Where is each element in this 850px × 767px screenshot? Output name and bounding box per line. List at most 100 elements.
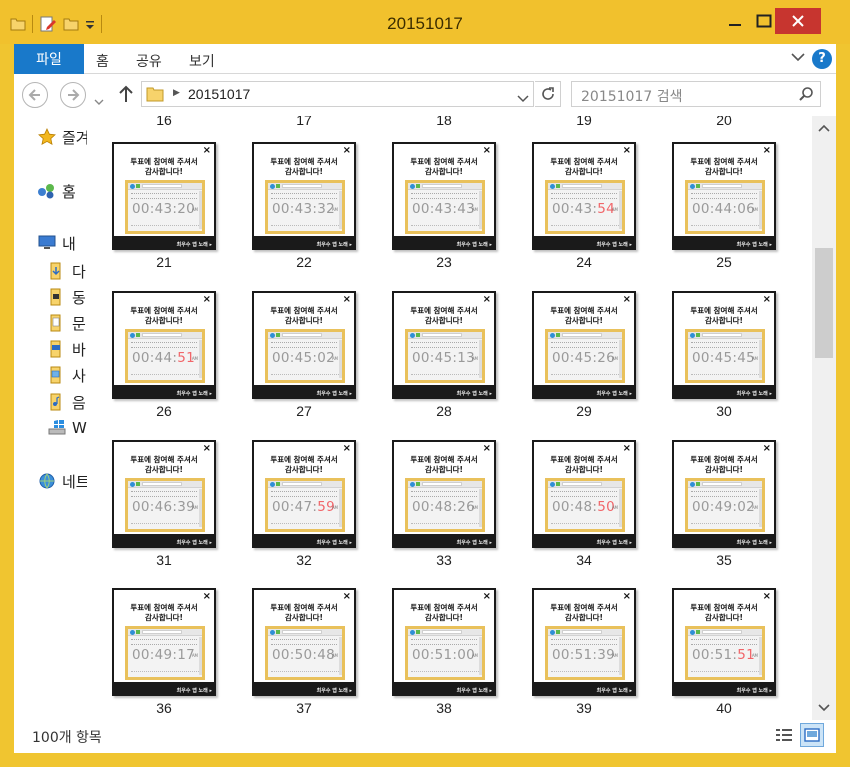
file-name: 26	[156, 403, 172, 419]
file-item[interactable]: × 투표에 참여해 주셔서 감사합니다! 00:46:39 AM 최우수 앱 노래 ▸ 31	[99, 435, 229, 581]
address-dropdown-button[interactable]	[517, 89, 529, 108]
file-item[interactable]: × 투표에 참여해 주셔서 감사합니다! 00:43:20 AM 최우수 앱 노래 ▸ 21	[99, 137, 229, 283]
nav-item-downloads[interactable]: 다	[46, 260, 86, 282]
tab-home[interactable]: 홈	[96, 51, 109, 71]
browser-screenshot: 00:49:02 AM	[685, 478, 765, 532]
file-item[interactable]: × 투표에 참여해 주셔서 감사합니다! 00:47:59 AM 최우수 앱 노래 ▸ 32	[239, 435, 369, 581]
address-row: ▶ 20151017 20151017 검색	[14, 74, 836, 116]
expand-ribbon-button[interactable]	[790, 49, 806, 69]
minimize-button[interactable]	[720, 8, 750, 34]
file-item-partial[interactable]: 17	[239, 116, 369, 136]
file-item[interactable]: × 투표에 참여해 주셔서 감사합니다! 00:51:39 AM 최우수 앱 노래 ▸ 39	[519, 583, 649, 720]
file-item[interactable]: × 투표에 참여해 주셔서 감사합니다! 00:45:02 AM 최우수 앱 노래 ▸ 27	[239, 286, 369, 432]
thumbnail-heading: 투표에 참여해 주셔서 감사합니다!	[130, 603, 198, 622]
browser-screenshot: 00:50:48 AM	[265, 626, 345, 680]
page-footer-lines	[271, 523, 339, 527]
page-text-lines	[131, 193, 197, 199]
star-icon	[36, 128, 58, 146]
address-bar[interactable]: ▶ 20151017	[141, 81, 534, 107]
file-item[interactable]: × 투표에 참여해 주셔서 감사합니다! 00:43:43 AM 최우수 앱 노래 ▸ 23	[379, 137, 509, 283]
file-item[interactable]: × 투표에 참여해 주셔서 감사합니다! 00:43:54 AM 최우수 앱 노래 ▸ 24	[519, 137, 649, 283]
nav-item-pictures[interactable]: 사	[46, 364, 86, 386]
close-button[interactable]	[775, 8, 821, 34]
file-name: 22	[296, 254, 312, 270]
nav-item-music[interactable]: 음	[46, 391, 86, 413]
thumbnail-footer: 최우수 앱 노래 ▸	[736, 391, 772, 397]
thumbnail-heading: 투표에 참여해 주셔서 감사합니다!	[550, 157, 618, 176]
file-item[interactable]: × 투표에 참여해 주셔서 감사합니다! 00:44:06 AM 최우수 앱 노래 ▸ 25	[659, 137, 789, 283]
back-button[interactable]	[22, 82, 48, 108]
file-item[interactable]: × 투표에 참여해 주셔서 감사합니다! 00:51:51 AM 최우수 앱 노래 ▸ 40	[659, 583, 789, 720]
file-item-partial[interactable]: 16	[99, 116, 229, 136]
thumbnail-grid: 16 17 18 19 20 × 투표에 참여해 주셔서 감사합니다! 00:43:20 AM 최우…	[87, 116, 812, 720]
nav-item-favorites[interactable]: 즐겨	[36, 126, 87, 148]
vertical-scrollbar[interactable]	[812, 116, 836, 720]
thumbnail-footer: 최우수 앱 노래 ▸	[316, 242, 352, 248]
file-item-partial[interactable]: 19	[519, 116, 649, 136]
file-item[interactable]: × 투표에 참여해 주셔서 감사합니다! 00:49:02 AM 최우수 앱 노래 ▸ 35	[659, 435, 789, 581]
page-text-lines	[691, 342, 757, 348]
thumbnail-popup: × 투표에 참여해 주셔서 감사합니다! 00:48:50 AM	[534, 442, 634, 534]
nav-item-homegroup[interactable]: 홈	[36, 180, 76, 202]
nav-item-this-pc[interactable]: 내	[36, 232, 76, 254]
nav-item-network[interactable]: 네트	[36, 470, 87, 492]
clock-am: AM	[751, 356, 758, 361]
search-input[interactable]: 20151017 검색	[571, 81, 821, 107]
ribbon: 파일 홈 공유 보기 ?	[14, 44, 836, 74]
nav-item-videos[interactable]: 동	[46, 286, 86, 308]
help-button[interactable]: ?	[812, 49, 832, 69]
thumbnail-footer: 최우수 앱 노래 ▸	[316, 688, 352, 694]
file-item-partial[interactable]: 18	[379, 116, 509, 136]
file-item[interactable]: × 투표에 참여해 주셔서 감사합니다! 00:44:51 AM 최우수 앱 노래 ▸ 26	[99, 286, 229, 432]
file-item[interactable]: × 투표에 참여해 주셔서 감사합니다! 00:43:32 AM 최우수 앱 노래 ▸ 22	[239, 137, 369, 283]
large-icons-view-button[interactable]	[800, 723, 824, 747]
search-icon[interactable]	[798, 86, 814, 106]
file-item[interactable]: × 투표에 참여해 주셔서 감사합니다! 00:49:17 AM 최우수 앱 노래 ▸ 36	[99, 583, 229, 720]
tab-view[interactable]: 보기	[189, 51, 215, 71]
file-item[interactable]: × 투표에 참여해 주셔서 감사합니다! 00:45:45 AM 최우수 앱 노래 ▸ 30	[659, 286, 789, 432]
nav-item-documents[interactable]: 문	[46, 312, 86, 334]
thumbnail-footer: 최우수 앱 노래 ▸	[596, 391, 632, 397]
file-thumbnail: × 투표에 참여해 주셔서 감사합니다! 00:43:20 AM 최우수 앱 노래 ▸	[112, 142, 216, 250]
page-footer-lines	[411, 523, 479, 527]
browser-screenshot: 00:51:00 AM	[405, 626, 485, 680]
file-item[interactable]: × 투표에 참여해 주셔서 감사합니다! 00:48:50 AM 최우수 앱 노래 ▸ 34	[519, 435, 649, 581]
popup-close-icon: ×	[342, 443, 351, 454]
file-item[interactable]: × 투표에 참여해 주셔서 감사합니다! 00:50:48 AM 최우수 앱 노래 ▸ 37	[239, 583, 369, 720]
browser-screenshot: 00:51:39 AM	[545, 626, 625, 680]
file-item-partial[interactable]: 20	[659, 116, 789, 136]
page-footer-lines	[411, 225, 479, 229]
refresh-button[interactable]	[535, 81, 561, 107]
tab-file[interactable]: 파일	[14, 44, 84, 74]
clock-am: AM	[471, 653, 478, 658]
details-view-button[interactable]	[772, 723, 796, 747]
tab-share[interactable]: 공유	[136, 51, 162, 71]
file-item[interactable]: × 투표에 참여해 주셔서 감사합니다! 00:45:26 AM 최우수 앱 노래 ▸ 29	[519, 286, 649, 432]
file-view: 16 17 18 19 20 × 투표에 참여해 주셔서 감사합니다! 00:43:20 AM 최우…	[87, 116, 812, 720]
arrow-left-icon	[28, 89, 40, 101]
scroll-up-button[interactable]	[812, 118, 836, 138]
browser-toolbar	[268, 629, 342, 636]
scrollbar-thumb[interactable]	[815, 248, 833, 358]
screenshot-scrollbar	[199, 340, 202, 378]
screenshot-scrollbar	[339, 340, 342, 378]
file-name: 17	[296, 116, 312, 128]
title-bar: 20151017	[0, 0, 850, 44]
scroll-down-button[interactable]	[812, 698, 836, 718]
maximize-button[interactable]	[750, 8, 778, 34]
recent-locations-button[interactable]	[94, 91, 104, 110]
chevron-down-icon	[791, 53, 805, 62]
clock-am: AM	[611, 356, 618, 361]
forward-button[interactable]	[60, 82, 86, 108]
thumbnail-heading: 투표에 참여해 주셔서 감사합니다!	[690, 455, 758, 474]
breadcrumb[interactable]: 20151017	[188, 86, 250, 102]
file-item[interactable]: × 투표에 참여해 주셔서 감사합니다! 00:48:26 AM 최우수 앱 노래 ▸ 33	[379, 435, 509, 581]
clock-am: AM	[611, 653, 618, 658]
page-footer-lines	[551, 225, 619, 229]
up-button[interactable]	[118, 85, 134, 107]
file-item[interactable]: × 투표에 참여해 주셔서 감사합니다! 00:45:13 AM 최우수 앱 노래 ▸ 28	[379, 286, 509, 432]
nav-item-desktop[interactable]: 바	[46, 338, 86, 360]
nav-item-windows-drive[interactable]: W	[46, 417, 87, 439]
file-item[interactable]: × 투표에 참여해 주셔서 감사합니다! 00:51:00 AM 최우수 앱 노래 ▸ 38	[379, 583, 509, 720]
breadcrumb-chevron-icon[interactable]: ▶	[173, 88, 180, 98]
